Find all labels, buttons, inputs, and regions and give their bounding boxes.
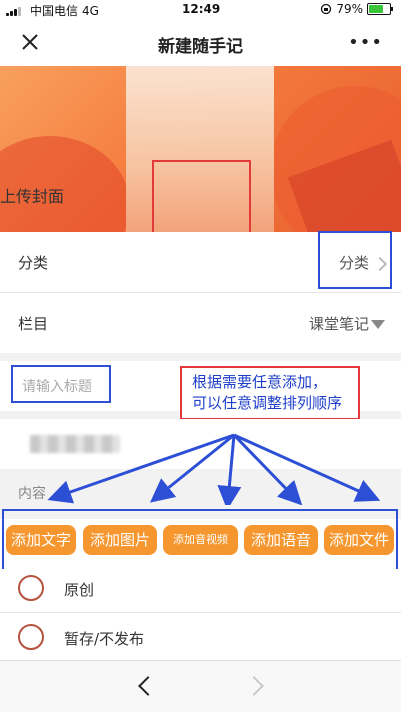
- nav-bar: 新建随手记 •••: [0, 20, 401, 66]
- annotation-line: 根据需要任意添加，: [192, 373, 328, 391]
- draft-row[interactable]: 暂存/不发布: [0, 613, 401, 659]
- column-row[interactable]: 栏目 课堂笔记: [0, 293, 401, 353]
- add-video-button[interactable]: 添加音视频: [163, 525, 238, 555]
- add-text-button[interactable]: 添加文字: [6, 525, 76, 555]
- status-right: 79%: [320, 2, 393, 16]
- status-time: 12:49: [182, 2, 221, 16]
- battery-icon: [367, 3, 393, 15]
- status-left: 中国电信 4G: [6, 2, 99, 19]
- arrow-to-add-image: [149, 433, 235, 503]
- arrow-to-add-text: [47, 433, 235, 504]
- section-gap: [0, 353, 401, 361]
- add-buttons-bar: 添加文字 添加图片 添加音视频 添加语音 添加文件: [0, 519, 401, 569]
- add-voice-button[interactable]: 添加语音: [244, 525, 318, 555]
- column-label: 栏目: [18, 315, 49, 333]
- annotation-line: 可以任意调整排列顺序: [192, 394, 343, 412]
- category-label: 分类: [18, 254, 49, 272]
- draft-radio[interactable]: [18, 624, 44, 650]
- arrow-to-add-file: [233, 433, 381, 502]
- original-row[interactable]: 原创: [0, 569, 401, 611]
- status-bar: 中国电信 4G 12:49 79%: [0, 0, 401, 20]
- annotation-note: 根据需要任意添加， 可以任意调整排列顺序: [180, 366, 360, 420]
- category-value[interactable]: 分类: [339, 252, 369, 273]
- network-type: 4G: [82, 3, 99, 18]
- signal-icon: [6, 6, 26, 16]
- category-row[interactable]: 分类 分类: [0, 232, 401, 292]
- original-label: 原创: [64, 581, 95, 599]
- add-image-button[interactable]: 添加图片: [83, 525, 157, 555]
- annotation-arrows: [47, 433, 381, 505]
- upload-cover-button[interactable]: 上传封面: [0, 183, 64, 207]
- back-arrow-icon[interactable]: [138, 676, 158, 696]
- draft-label: 暂存/不发布: [64, 630, 145, 648]
- arrow-to-add-video: [217, 434, 242, 505]
- arrow-to-add-voice: [232, 433, 303, 505]
- add-file-button[interactable]: 添加文件: [324, 525, 394, 555]
- column-value[interactable]: 课堂笔记: [309, 313, 369, 334]
- orientation-lock-icon: [321, 3, 332, 15]
- battery-percent: 79%: [336, 2, 363, 16]
- forward-arrow-icon[interactable]: [244, 676, 264, 696]
- carrier-name: 中国电信: [30, 4, 79, 18]
- browser-bottom-bar: [0, 660, 401, 712]
- dropdown-arrow-icon: [371, 320, 385, 329]
- chevron-right-icon: [372, 256, 388, 272]
- page-title: 新建随手记: [158, 37, 243, 57]
- original-radio[interactable]: [18, 575, 44, 601]
- more-icon[interactable]: •••: [348, 32, 383, 53]
- title-input[interactable]: 请输入标题: [22, 376, 92, 396]
